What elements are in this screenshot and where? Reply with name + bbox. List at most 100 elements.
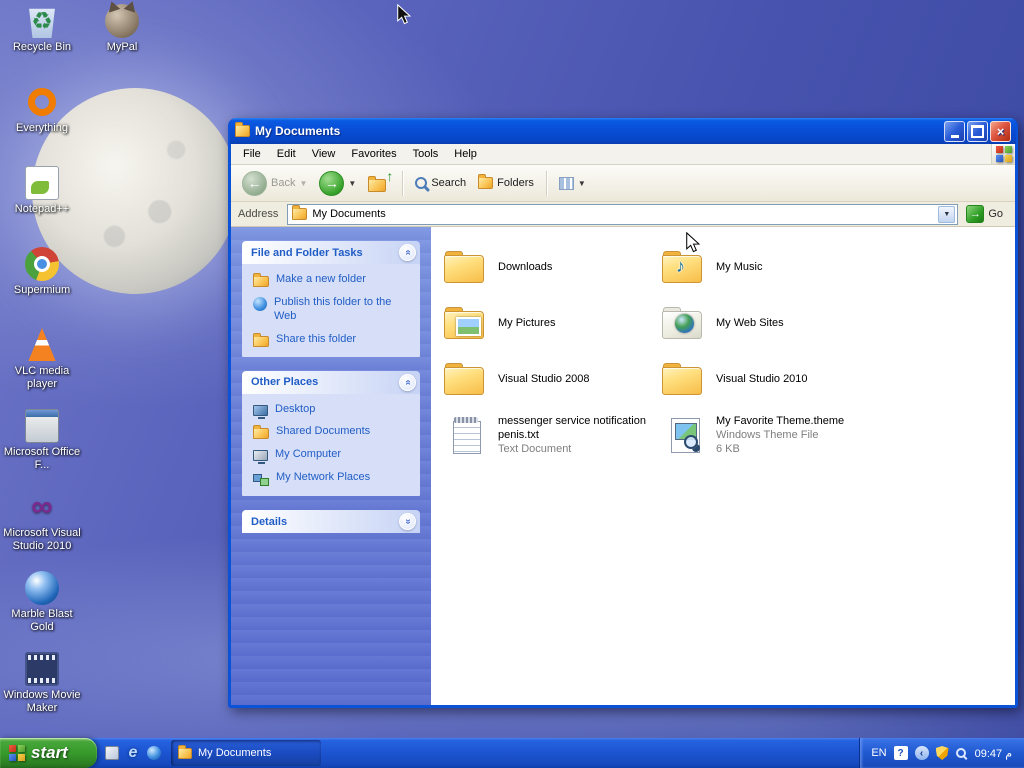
- desktop-icon-image: [25, 247, 59, 281]
- task-link-icon: [253, 297, 267, 311]
- clock[interactable]: 09:47 م: [973, 747, 1012, 760]
- file-folder-tasks-header[interactable]: File and Folder Tasks »: [242, 241, 420, 264]
- menu-item[interactable]: Favorites: [343, 145, 404, 163]
- desktop-icon[interactable]: Microsoft Office F...: [3, 409, 81, 490]
- forward-dropdown-icon: ▼: [348, 178, 357, 188]
- file-tile[interactable]: Downloads: [437, 239, 655, 295]
- menu-item[interactable]: Tools: [405, 145, 447, 163]
- file-tile[interactable]: My Music: [655, 239, 873, 295]
- file-tile[interactable]: My Pictures: [437, 295, 655, 351]
- address-value: My Documents: [312, 208, 386, 220]
- desktop-icon[interactable]: VLC media player: [3, 328, 81, 409]
- desktop-icon[interactable]: Everything: [3, 85, 81, 166]
- task-link-label: My Network Places: [276, 471, 371, 483]
- forward-button[interactable]: → ▼: [314, 168, 361, 199]
- quick-launch-icon[interactable]: [146, 745, 162, 761]
- file-name: My Web Sites: [716, 316, 784, 329]
- window-titlebar[interactable]: My Documents ×: [230, 118, 1016, 144]
- desktop-icon-image: [105, 4, 139, 38]
- task-link[interactable]: Publish this folder to the Web: [253, 296, 415, 324]
- up-folder-icon: ↑: [368, 168, 393, 193]
- views-button[interactable]: ▼: [554, 174, 591, 193]
- desktop-icon[interactable]: Notepad++: [3, 166, 81, 247]
- desktop-icon-image: [25, 166, 59, 200]
- other-places-body: Desktop Shared Documents My Computer My …: [242, 393, 420, 496]
- taskbar-button-icon: [178, 744, 192, 759]
- close-button[interactable]: ×: [990, 120, 1011, 142]
- file-icon-overlay: [661, 248, 707, 286]
- desktop-icon[interactable]: Recycle Bin: [3, 4, 81, 85]
- taskbar: start e My Documents EN ? ‹ 09:47 م: [0, 738, 1024, 768]
- desktop-icon[interactable]: Microsoft Visual Studio 2010: [3, 490, 81, 571]
- file-icon-overlay: [443, 416, 489, 454]
- desktop-icon[interactable]: MyPal: [83, 4, 161, 85]
- task-link-icon: [253, 273, 269, 287]
- file-tile[interactable]: Visual Studio 2010: [655, 351, 873, 407]
- desktop-icon-label: Supermium: [13, 284, 71, 296]
- address-dropdown-button[interactable]: ▼: [938, 205, 956, 223]
- menus: File Edit View Favorites Tools Help: [231, 144, 485, 164]
- other-places-header[interactable]: Other Places »: [242, 370, 420, 394]
- file-tile[interactable]: My Favorite Theme.theme Windows Theme Fi…: [655, 407, 873, 463]
- menu-item[interactable]: Help: [446, 145, 485, 163]
- desktop-icon[interactable]: Windows Movie Maker: [3, 652, 81, 733]
- taskbar-button[interactable]: My Documents: [171, 740, 321, 766]
- task-link[interactable]: My Network Places: [253, 471, 415, 486]
- task-link-label: Make a new folder: [276, 273, 366, 285]
- minimize-button[interactable]: [944, 120, 965, 142]
- windows-logo-icon: [995, 146, 1012, 162]
- desktop-icon[interactable]: Supermium: [3, 247, 81, 328]
- file-tile[interactable]: messenger service notification penis.txt…: [437, 407, 655, 463]
- taskbar-buttons: My Documents: [169, 738, 321, 768]
- up-button[interactable]: ↑: [363, 168, 395, 196]
- file-name: My Music: [716, 260, 763, 273]
- desktop-icon[interactable]: Marble Blast Gold: [3, 571, 81, 652]
- desktop-icon-image: [28, 328, 56, 361]
- search-button[interactable]: Search: [410, 174, 471, 192]
- file-tile[interactable]: My Web Sites: [655, 295, 873, 351]
- file-icon: [443, 416, 489, 454]
- desktop-icons: Recycle Bin Everything Notepad++ Supermi…: [2, 4, 162, 733]
- address-input[interactable]: My Documents ▼: [287, 203, 959, 225]
- task-link[interactable]: Desktop: [253, 403, 415, 419]
- collapse-chevron-icon[interactable]: »: [399, 373, 416, 391]
- toolbar: ← Back ▼ → ▼ ↑ Search Folders ▼: [231, 165, 1015, 202]
- maximize-button[interactable]: [967, 120, 988, 142]
- file-icon: [443, 248, 489, 286]
- help-tray-icon[interactable]: ?: [893, 746, 908, 760]
- views-icon: [558, 176, 574, 190]
- other-places-section: Other Places » Desktop Shared Documents …: [242, 370, 420, 496]
- task-link[interactable]: Shared Documents: [253, 425, 415, 440]
- file-icon: [661, 360, 707, 398]
- menu-item[interactable]: View: [304, 145, 344, 163]
- expand-chevron-icon[interactable]: »: [399, 513, 416, 530]
- details-section: Details »: [242, 510, 420, 533]
- address-label: Address: [238, 208, 279, 220]
- file-icon-overlay: [661, 416, 707, 454]
- task-link-icon: [253, 404, 268, 419]
- details-header[interactable]: Details »: [242, 510, 420, 533]
- task-link[interactable]: Share this folder: [253, 332, 415, 347]
- folders-button[interactable]: Folders: [473, 174, 539, 192]
- file-name: Downloads: [498, 260, 553, 273]
- quick-launch-icon[interactable]: [104, 745, 120, 761]
- collapse-chevron-icon[interactable]: »: [399, 244, 416, 261]
- toolbar-separator: [545, 170, 547, 196]
- language-indicator[interactable]: EN: [871, 747, 886, 759]
- task-link-icon: [253, 450, 268, 465]
- start-button[interactable]: start: [0, 738, 97, 768]
- search-tray-icon[interactable]: [955, 748, 966, 758]
- menu-item[interactable]: File: [235, 145, 269, 163]
- file-tile[interactable]: Visual Studio 2008: [437, 351, 655, 407]
- back-button[interactable]: ← Back ▼: [237, 168, 312, 199]
- menu-item[interactable]: Edit: [269, 145, 304, 163]
- quick-launch-icon[interactable]: e: [125, 744, 141, 761]
- task-link[interactable]: Make a new folder: [253, 273, 415, 287]
- desktop-icon-image: [25, 409, 59, 443]
- security-shield-icon[interactable]: [935, 746, 949, 760]
- task-link-label: Publish this folder to the Web: [274, 296, 392, 322]
- hide-icons-chevron-icon[interactable]: ‹: [914, 746, 929, 760]
- back-dropdown-icon: ▼: [299, 178, 308, 188]
- task-link[interactable]: My Computer: [253, 448, 415, 465]
- go-button[interactable]: → Go: [964, 205, 1011, 223]
